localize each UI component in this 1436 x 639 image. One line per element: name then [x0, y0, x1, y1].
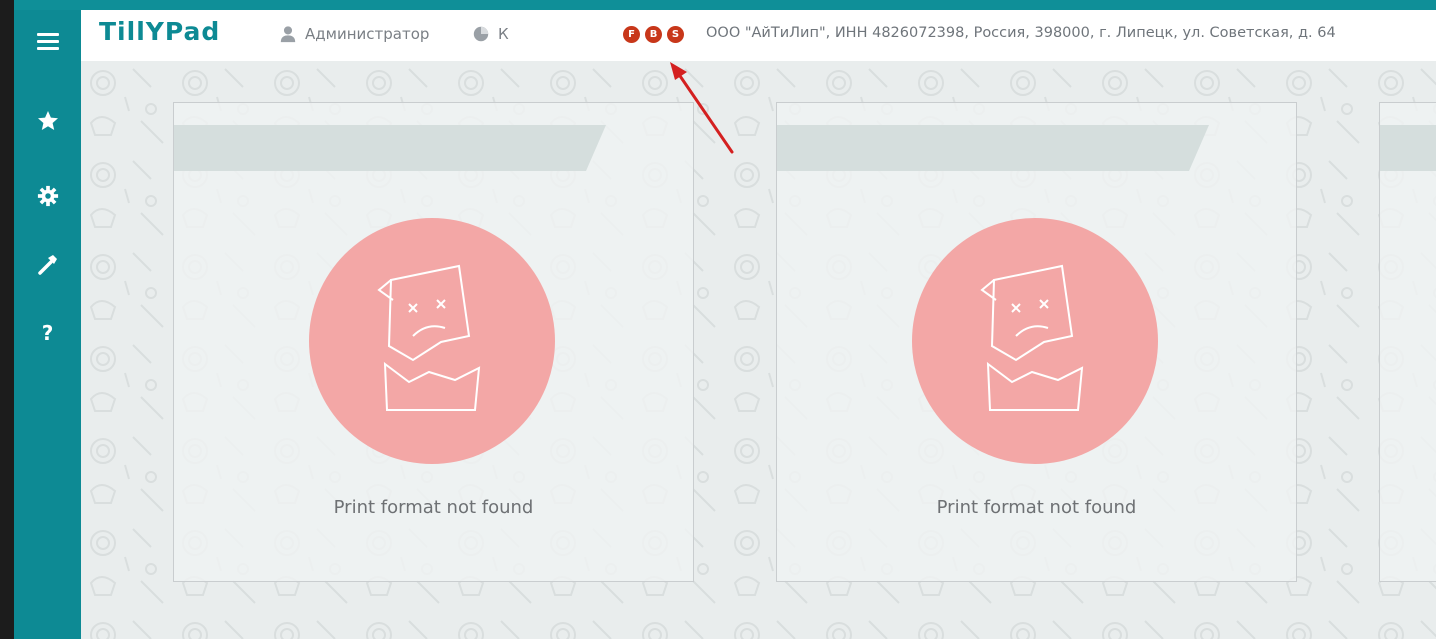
badge-f[interactable]: F [623, 26, 640, 43]
broken-document-icon [980, 264, 1084, 411]
print-preview-card: Print format not found [776, 102, 1297, 582]
badge-s[interactable]: S [667, 26, 684, 43]
help-icon: ? [41, 321, 54, 345]
card-header-band [777, 125, 1209, 171]
tools-button[interactable] [14, 244, 81, 284]
broken-document-icon [377, 264, 481, 411]
gear-icon [37, 185, 58, 207]
print-preview-card: Print format not found [173, 102, 694, 582]
card-header-band [174, 125, 606, 171]
user-name: Администратор [305, 25, 430, 43]
status-badges: F B S [623, 26, 689, 43]
top-edge [14, 0, 1436, 10]
k-indicator[interactable]: К [472, 25, 509, 43]
card-header-band [1380, 125, 1436, 171]
settings-button[interactable] [14, 176, 81, 216]
print-preview-card-partial [1379, 102, 1436, 582]
top-bar: TillYPad Администратор К F B S ООО "АйТи… [81, 10, 1436, 61]
hammer-icon [37, 255, 57, 275]
star-icon [37, 111, 58, 130]
pie-chart-icon [473, 26, 489, 42]
k-label: К [498, 25, 509, 43]
company-info: ООО "АйТиЛип", ИНН 4826072398, Россия, 3… [706, 25, 1336, 41]
tillypad-logo: TillYPad [99, 17, 221, 46]
error-circle [912, 218, 1158, 464]
user-icon [280, 26, 296, 43]
badge-b[interactable]: B [645, 26, 662, 43]
error-circle [309, 218, 555, 464]
error-message: Print format not found [936, 497, 1137, 518]
window-edge [0, 0, 14, 639]
favorites-button[interactable] [14, 101, 81, 141]
menu-button[interactable] [14, 21, 81, 61]
menu-icon [36, 29, 59, 54]
error-message: Print format not found [333, 497, 534, 518]
app-window: ? TillYPad Администратор К F B S ООО "Ай… [0, 0, 1436, 639]
help-button[interactable]: ? [14, 313, 81, 353]
sidebar: ? [14, 10, 81, 639]
user-menu[interactable]: Администратор [279, 25, 429, 43]
main-area: Print format not found Print format not … [81, 61, 1436, 639]
